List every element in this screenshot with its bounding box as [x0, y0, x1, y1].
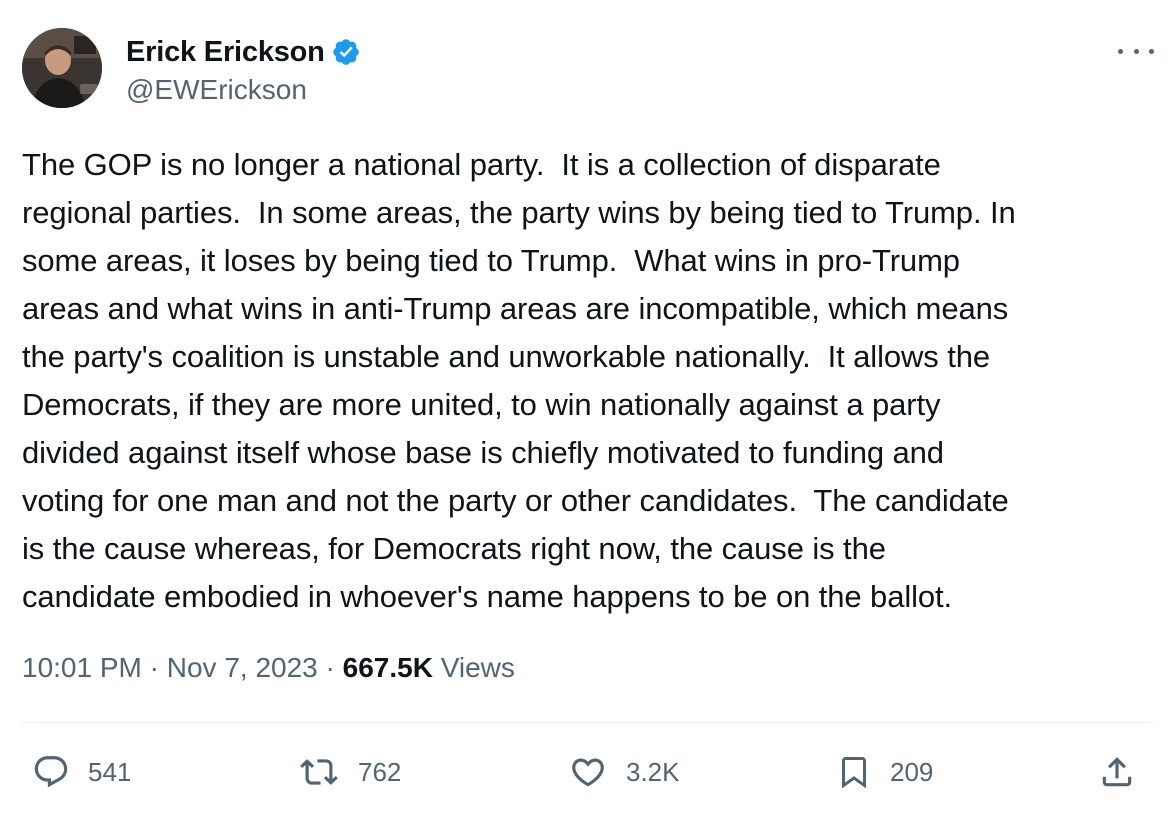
reply-count: 541	[88, 756, 132, 787]
meta-separator: ·	[141, 652, 167, 683]
author-info: Erick Erickson @EWErickson	[126, 32, 361, 106]
tweet-date[interactable]: Nov 7, 2023	[167, 652, 318, 684]
author-handle[interactable]: @EWErickson	[126, 74, 361, 106]
avatar[interactable]	[22, 28, 102, 108]
bookmark-icon	[842, 757, 866, 789]
share-icon	[1102, 757, 1132, 787]
meta-separator-2: ·	[317, 652, 343, 683]
heart-icon	[572, 758, 604, 787]
share-button[interactable]	[1098, 744, 1136, 800]
like-count: 3.2K	[626, 756, 680, 787]
tweet-header: Erick Erickson @EWErickson	[22, 28, 1154, 112]
bookmark-count: 209	[890, 756, 934, 787]
repost-icon	[300, 759, 338, 785]
repost-button[interactable]: 762	[298, 744, 401, 800]
tweet-meta: 10:01 PM · Nov 7, 2023 · 667.5K Views	[22, 652, 515, 684]
tweet-card: Erick Erickson @EWErickson The GOP is no…	[0, 0, 1176, 824]
views-count[interactable]: 667.5K	[343, 652, 433, 684]
verified-badge-icon[interactable]	[331, 37, 361, 67]
author-display-name[interactable]: Erick Erickson	[126, 36, 325, 69]
bookmark-button[interactable]: 209	[836, 744, 933, 800]
divider	[22, 722, 1154, 723]
reply-button[interactable]: 541	[32, 744, 131, 800]
action-bar: 541 762 3.2K 209	[22, 744, 1154, 800]
avatar-image	[22, 28, 102, 108]
reply-icon	[34, 756, 68, 788]
like-button[interactable]: 3.2K	[568, 744, 680, 800]
tweet-time[interactable]: 10:01 PM	[22, 652, 142, 684]
more-options-icon[interactable]	[1118, 36, 1154, 66]
views-label: Views	[432, 652, 515, 683]
tweet-text: The GOP is no longer a national party. I…	[22, 147, 1016, 614]
repost-count: 762	[358, 756, 402, 787]
